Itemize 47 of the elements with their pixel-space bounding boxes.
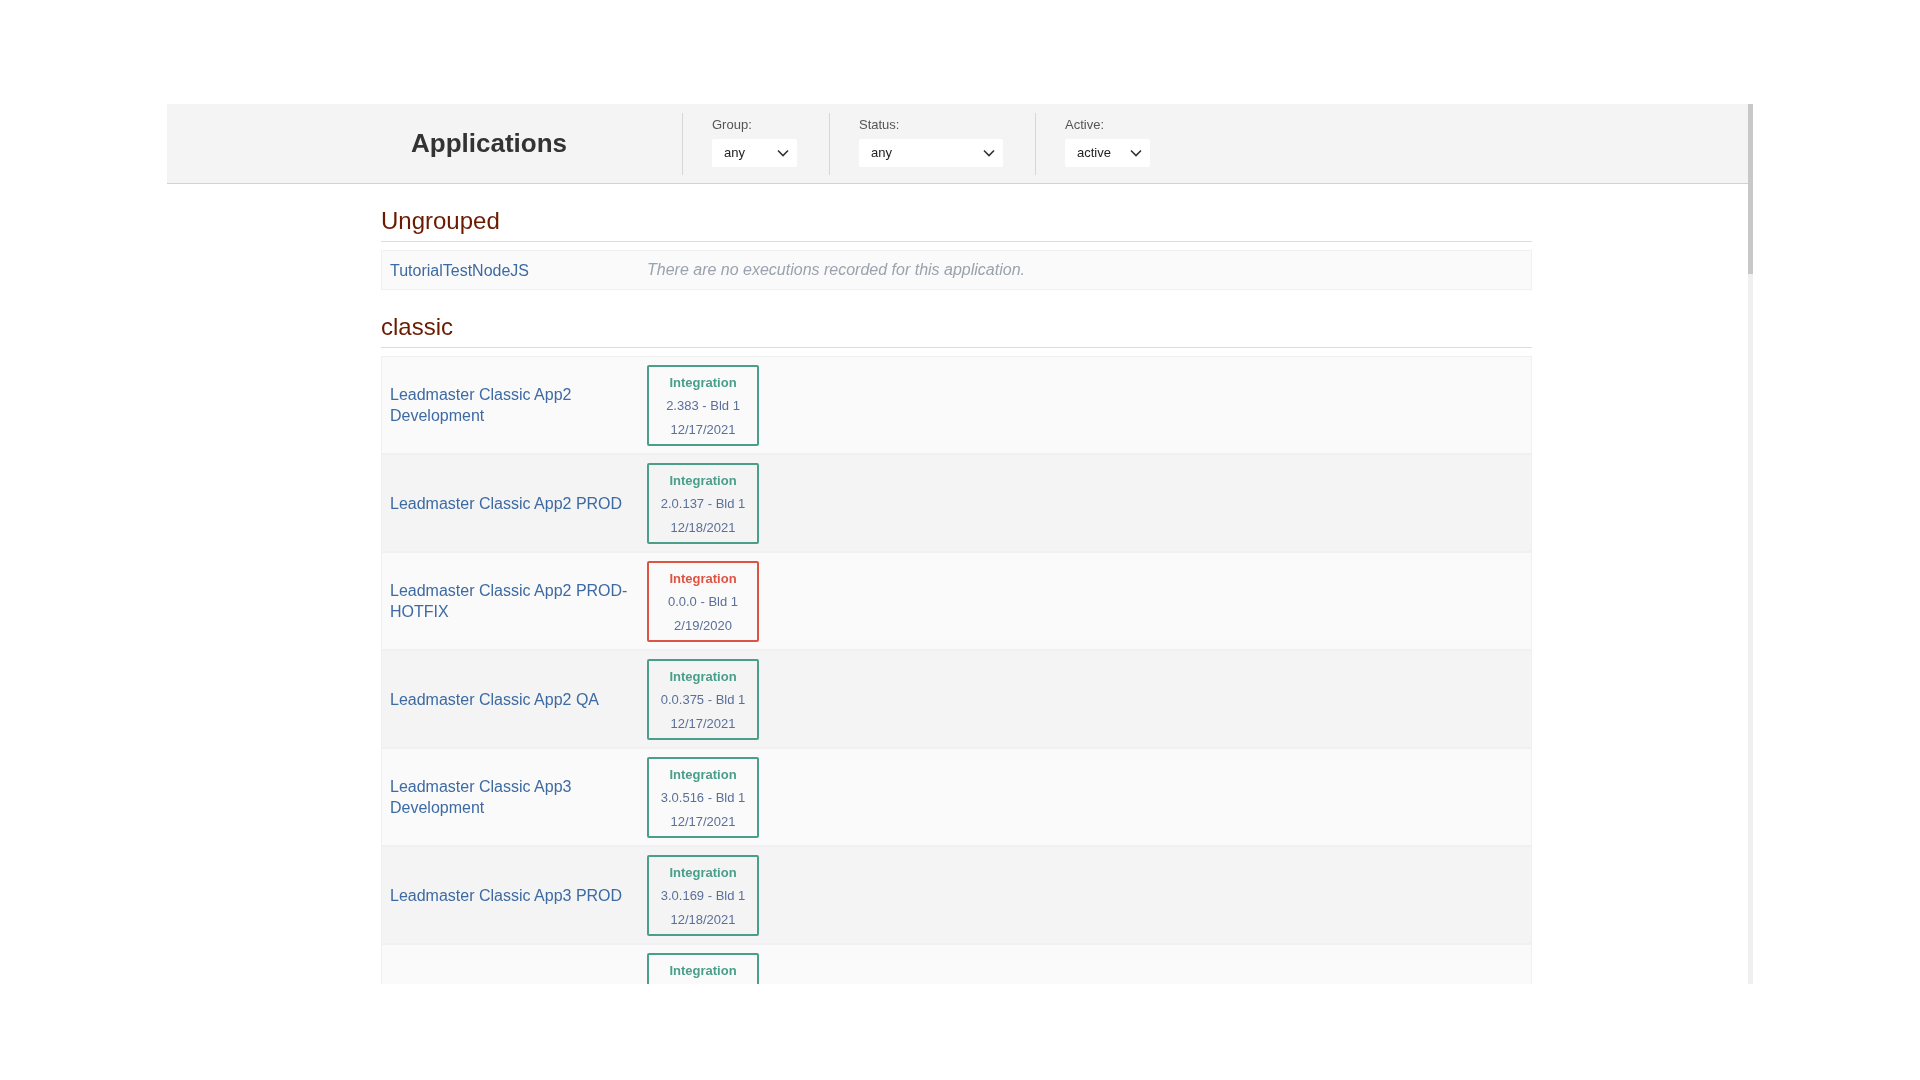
scrollbar[interactable] [1748,104,1753,984]
chevron-down-icon [1130,149,1142,157]
application-link[interactable]: Leadmaster Classic App3 Development [390,776,637,818]
execution-label: Integration [669,961,737,980]
application-link[interactable]: Leadmaster Classic App2 QA [390,688,637,710]
filter-label: Group: [712,115,753,134]
execution-version: 3.0.169 - Bld 1 [660,887,746,905]
execution-date: 12/18/2021 [670,910,736,929]
execution-date: 12/17/2021 [670,420,736,439]
execution-card[interactable]: Integration 0.0.375 - Bld 1 12/17/2021 [647,658,759,740]
execution-label: Integration [669,667,737,686]
execution-date: 2/19/2020 [674,616,732,635]
application-link[interactable]: TutorialTestNodeJS [390,259,637,281]
execution-version: 2.0.137 - Bld 1 [660,495,746,513]
no-executions-message: There are no executions recorded for this application. [647,260,1025,280]
execution-card[interactable]: Integration [647,952,759,984]
filter-select[interactable]: active [1065,139,1150,167]
execution-label: Integration [669,863,737,882]
execution-date: 12/17/2021 [670,714,736,733]
application-link[interactable]: Leadmaster Classic App2 Development [390,384,637,426]
group-heading: classic [381,312,1532,348]
chevron-down-icon [777,149,789,157]
execution-date: 12/17/2021 [670,812,736,831]
group-heading: Ungrouped [381,206,1532,242]
execution-label: Integration [669,373,737,392]
execution-card[interactable]: Integration 2.0.137 - Bld 1 12/18/2021 [647,462,759,544]
execution-label: Integration [669,569,737,588]
execution-date: 12/18/2021 [670,518,736,537]
filter-select[interactable]: any [859,139,1003,167]
chevron-down-icon [983,149,995,157]
application-link[interactable]: Leadmaster Classic App2 PROD [390,492,637,514]
filter-select[interactable]: any [712,139,797,167]
execution-version: 2.383 - Bld 1 [666,397,740,415]
application-link[interactable]: Leadmaster Classic App3 PROD [390,884,637,906]
execution-label: Integration [669,471,737,490]
execution-version: 0.0.0 - Bld 1 [667,593,739,611]
application-link[interactable]: Leadmaster Classic App2 PROD-HOTFIX [390,580,637,622]
execution-version: 0.0.375 - Bld 1 [660,691,746,709]
execution-card[interactable]: Integration 0.0.0 - Bld 1 2/19/2020 [647,560,759,642]
execution-version: 3.0.516 - Bld 1 [660,789,746,807]
execution-card[interactable]: Integration 3.0.169 - Bld 1 12/18/2021 [647,854,759,936]
execution-card[interactable]: Integration 2.383 - Bld 1 12/17/2021 [647,364,759,446]
filter-label: Status: [859,115,901,134]
filter-label: Active: [1065,115,1105,134]
execution-label: Integration [669,765,737,784]
execution-card[interactable]: Integration 3.0.516 - Bld 1 12/17/2021 [647,756,759,838]
page-title: Applications [411,127,567,160]
